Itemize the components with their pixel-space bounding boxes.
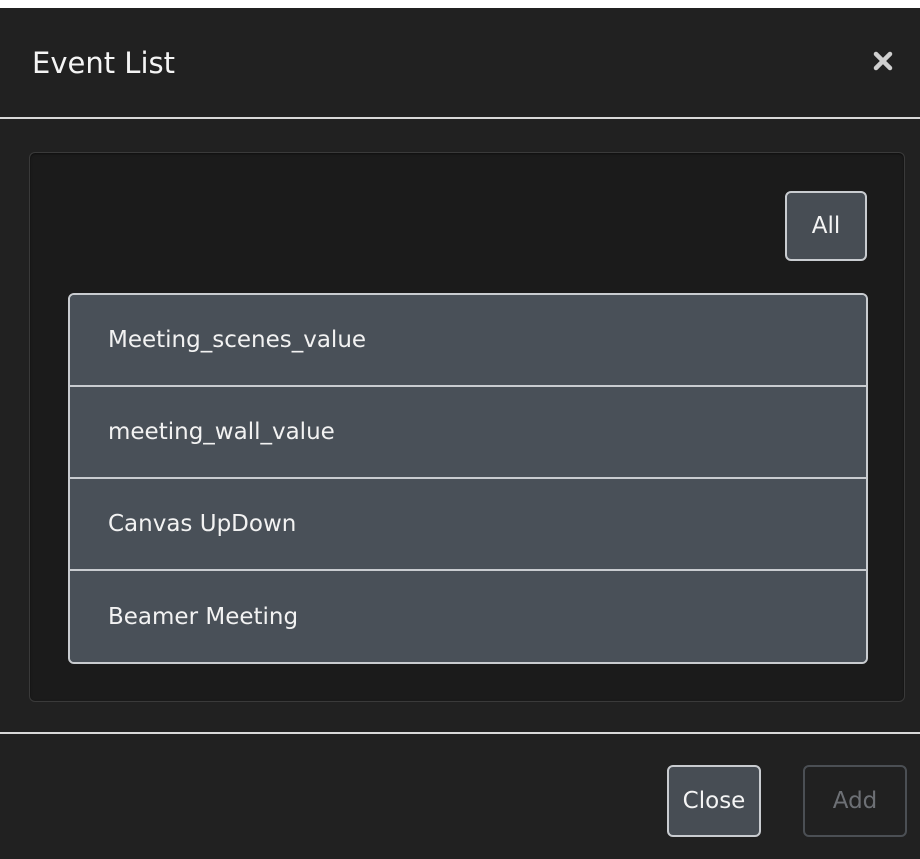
list-item-meeting-wall-value[interactable]: meeting_wall_value bbox=[70, 387, 866, 479]
close-icon-glyph bbox=[873, 51, 893, 71]
list-item-beamer-meeting[interactable]: Beamer Meeting bbox=[70, 571, 866, 662]
event-list-dialog: Event List All Meeting_scenes_value meet… bbox=[0, 8, 920, 859]
all-button[interactable]: All bbox=[785, 191, 867, 261]
dialog-title: Event List bbox=[32, 46, 175, 80]
close-icon[interactable] bbox=[868, 46, 898, 76]
event-panel: All Meeting_scenes_value meeting_wall_va… bbox=[29, 152, 905, 702]
dialog-footer: Close Add bbox=[0, 732, 920, 859]
list-item-meeting-scenes-value[interactable]: Meeting_scenes_value bbox=[70, 295, 866, 387]
close-button[interactable]: Close bbox=[667, 765, 761, 837]
add-button: Add bbox=[803, 765, 907, 837]
event-list: Meeting_scenes_value meeting_wall_value … bbox=[68, 293, 868, 664]
dialog-header: Event List bbox=[0, 8, 920, 119]
list-item-canvas-updown[interactable]: Canvas UpDown bbox=[70, 479, 866, 571]
dialog-body: All Meeting_scenes_value meeting_wall_va… bbox=[0, 119, 920, 732]
